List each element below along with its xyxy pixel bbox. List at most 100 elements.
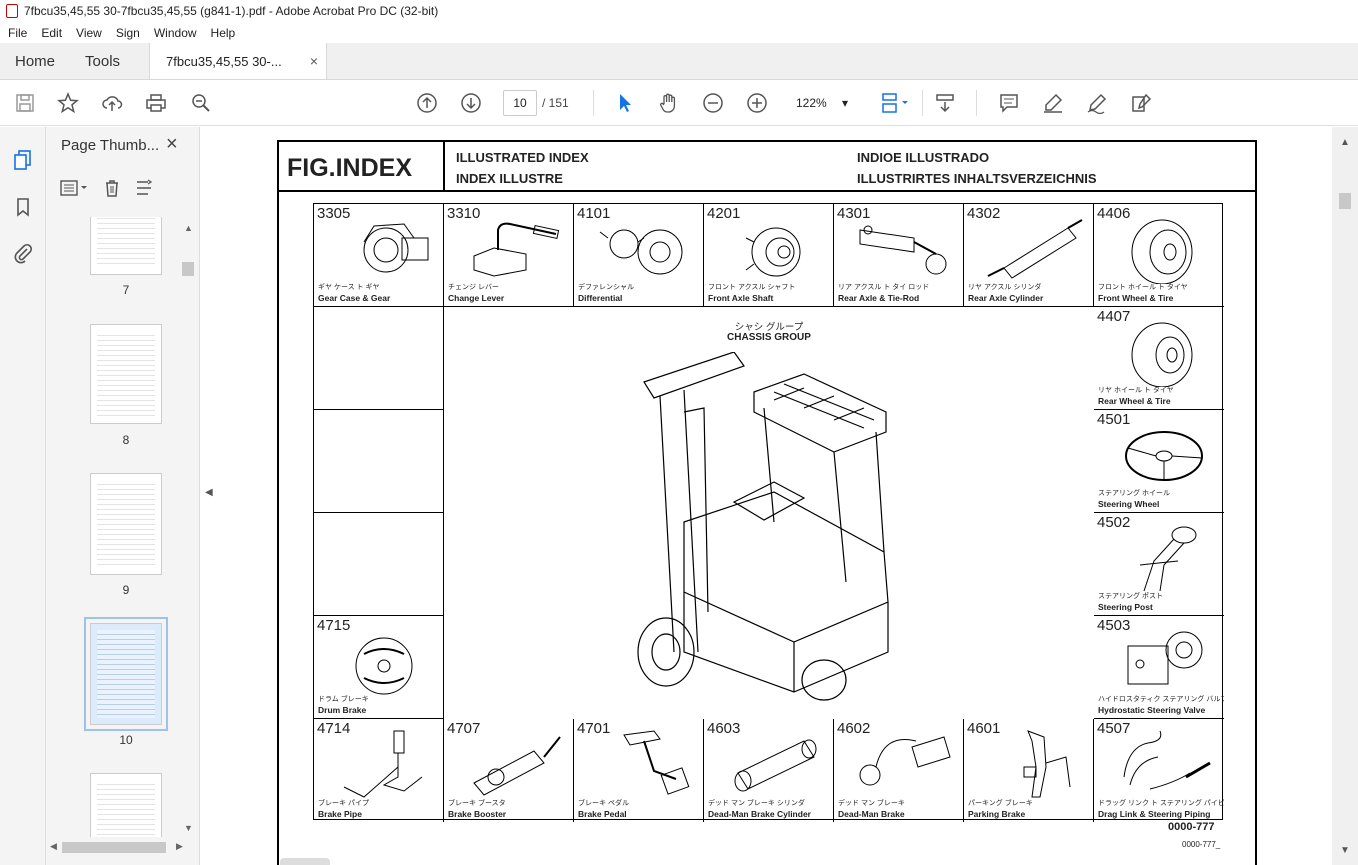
scroll-down-icon[interactable]: ▼ [1340, 845, 1350, 856]
part-cell-4602[interactable]: 4602 デッド マン ブレーキ Dead-Man Brake [834, 719, 964, 822]
menu-file[interactable]: File [8, 26, 27, 40]
comment-icon[interactable] [996, 90, 1022, 116]
zoom-in-icon[interactable] [744, 90, 770, 116]
part-cell-4603[interactable]: 4603 デッド マン ブレーキ シリンダ Dead-Man Brake Cyl… [704, 719, 834, 822]
part-cell-4101[interactable]: 4101 デファレンシャル Differential [574, 204, 704, 307]
thumbnail-page-selected[interactable] [84, 617, 168, 731]
toolbar-divider [593, 90, 594, 116]
menu-help[interactable]: Help [211, 26, 236, 40]
scroll-up-icon[interactable]: ▲ [184, 223, 193, 233]
scroll-up-icon[interactable]: ▲ [1340, 137, 1350, 148]
toolbar-divider [976, 90, 977, 116]
scroll-down-icon[interactable]: ▼ [184, 823, 193, 833]
previous-page-icon[interactable] [414, 90, 440, 116]
document-tab-label: 7fbcu35,45,55 30-... [166, 53, 282, 69]
sign-pen-icon[interactable] [1084, 90, 1110, 116]
zoom-select[interactable]: 122% ▾ [788, 90, 854, 116]
part-label-jp: ブレーキ パイプ [318, 800, 369, 807]
scroll-thumb[interactable] [182, 262, 194, 276]
part-cell-4502[interactable]: 4502 ステアリング ポスト Steering Post [1094, 513, 1224, 616]
empty-cell [314, 513, 444, 616]
part-label-en: Front Axle Shaft [708, 293, 774, 303]
part-label-en: Parking Brake [968, 809, 1026, 819]
scroll-mode-icon[interactable] [932, 90, 958, 116]
menu-view[interactable]: View [76, 26, 102, 40]
fig-title: FIG.INDEX [287, 154, 413, 182]
scroll-left-icon[interactable]: ◀ [50, 841, 57, 852]
panel-title: Page Thumb... [61, 137, 160, 154]
thumbnail-page[interactable] [90, 217, 162, 275]
attachments-icon[interactable] [10, 240, 36, 266]
search-zoom-icon[interactable] [188, 90, 214, 116]
part-label-en: Front Wheel & Tire [1098, 293, 1174, 303]
part-cell-4503[interactable]: 4503 ハイドロスタティク ステアリング バルブ Hydrostatic St… [1094, 616, 1224, 719]
part-label-jp: フロント アクスル シャフト [708, 284, 796, 291]
close-panel-icon[interactable]: × [166, 133, 178, 156]
acrobat-icon [6, 4, 18, 18]
menu-window[interactable]: Window [154, 26, 197, 40]
tab-home[interactable]: Home [0, 43, 70, 79]
tab-document[interactable]: 7fbcu35,45,55 30-... × [149, 43, 328, 79]
parking-brake-illustration [1023, 730, 1071, 798]
differential-illustration [599, 229, 683, 275]
brake-booster-illustration [473, 736, 561, 796]
group-title-jp: シャシ グループ [734, 322, 804, 333]
part-label-jp: ブレーキ ペダル [578, 800, 629, 807]
close-tab-icon[interactable]: × [310, 53, 318, 69]
bookmarks-icon[interactable] [10, 194, 36, 220]
thumbnail-hscrollbar[interactable]: ◀ ▶ [46, 838, 200, 858]
hand-tool-icon[interactable] [656, 90, 682, 116]
part-label-en: Dead-Man Brake Cylinder [708, 809, 811, 819]
scroll-thumb[interactable] [62, 842, 166, 853]
thumbnail-page[interactable] [90, 773, 162, 837]
zoom-value: 122% [796, 96, 827, 110]
print-icon[interactable] [143, 90, 169, 116]
part-cell-4601[interactable]: 4601 パーキング ブレーキ Parking Brake [964, 719, 1094, 822]
highlight-pen-icon[interactable] [1040, 90, 1066, 116]
share-upload-icon[interactable] [99, 90, 125, 116]
part-label-en: Change Lever [448, 293, 505, 303]
part-cell-4201[interactable]: 4201 フロント アクスル シャフト Front Axle Shaft [704, 204, 834, 307]
part-cell-4701[interactable]: 4701 ブレーキ ペダル Brake Pedal [574, 719, 704, 822]
partial-thumbnail [280, 858, 330, 865]
scroll-thumb[interactable] [1339, 193, 1351, 209]
part-cell-3305[interactable]: 3305 ギヤ ケース ト ギヤ Gear Case & Gear [314, 204, 444, 307]
page-number-input[interactable]: 10 [503, 90, 537, 116]
part-cell-4406[interactable]: 4406 フロント ホイール ト タイヤ Front Wheel & Tire [1094, 204, 1224, 307]
part-cell-4707[interactable]: 4707 ブレーキ ブースタ Brake Booster [444, 719, 574, 822]
part-cell-4714[interactable]: 4714 ブレーキ パイプ Brake Pipe [314, 719, 444, 822]
part-cell-4302[interactable]: 4302 リヤ アクスル シリンダ Rear Axle Cylinder [964, 204, 1094, 307]
part-label-jp: デッド マン ブレーキ [838, 800, 905, 807]
part-label-jp: ドラム ブレーキ [318, 696, 369, 703]
edit-document-icon[interactable] [1128, 90, 1154, 116]
thumbnail-scrollbar[interactable]: ▲ ▼ [180, 217, 198, 837]
bookmark-star-icon[interactable] [55, 90, 81, 116]
select-cursor-icon[interactable] [612, 90, 638, 116]
part-cell-4507[interactable]: 4507 ドラッグ リンク ト ステアリング パイピング Drag Link &… [1094, 719, 1224, 822]
part-cell-4301[interactable]: 4301 リア アクスル ト タイ ロッド Rear Axle & Tie-Ro… [834, 204, 964, 307]
thumbnail-page[interactable] [90, 473, 162, 575]
part-cell-4501[interactable]: 4501 ステアリング ホイール Steering Wheel [1094, 410, 1224, 513]
thumbnail-page[interactable] [90, 324, 162, 424]
scroll-right-icon[interactable]: ▶ [176, 841, 183, 852]
delete-page-icon[interactable] [102, 178, 122, 203]
page-thumbnails-icon[interactable] [10, 147, 36, 173]
next-page-icon[interactable] [458, 90, 484, 116]
part-cell-4715[interactable]: 4715 ドラム ブレーキ Drum Brake [314, 616, 444, 719]
thumbnail-options-icon[interactable] [60, 179, 90, 202]
menu-edit[interactable]: Edit [41, 26, 62, 40]
tab-tools[interactable]: Tools [70, 43, 135, 79]
menu-sign[interactable]: Sign [116, 26, 140, 40]
save-icon[interactable] [12, 90, 38, 116]
part-cell-4407[interactable]: 4407 リヤ ホイール ト タイヤ Rear Wheel & Tire [1094, 307, 1224, 410]
document-view[interactable]: FIG.INDEX ILLUSTRATED INDEX INDEX ILLUST… [222, 127, 1332, 865]
part-cell-3310[interactable]: 3310 チェンジ レバー Change Lever [444, 204, 574, 307]
fit-page-icon[interactable] [876, 90, 914, 116]
rotate-pages-icon[interactable] [134, 178, 154, 203]
collapse-panel-icon[interactable]: ◀ [205, 487, 213, 498]
zoom-out-icon[interactable] [700, 90, 726, 116]
brake-pipe-illustration [343, 730, 423, 798]
title-bar: 7fbcu35,45,55 30-7fbcu35,45,55 (g841-1).… [0, 0, 1358, 22]
part-label-en: Brake Pipe [318, 809, 362, 819]
document-scrollbar[interactable]: ▲ ▼ [1332, 127, 1358, 865]
